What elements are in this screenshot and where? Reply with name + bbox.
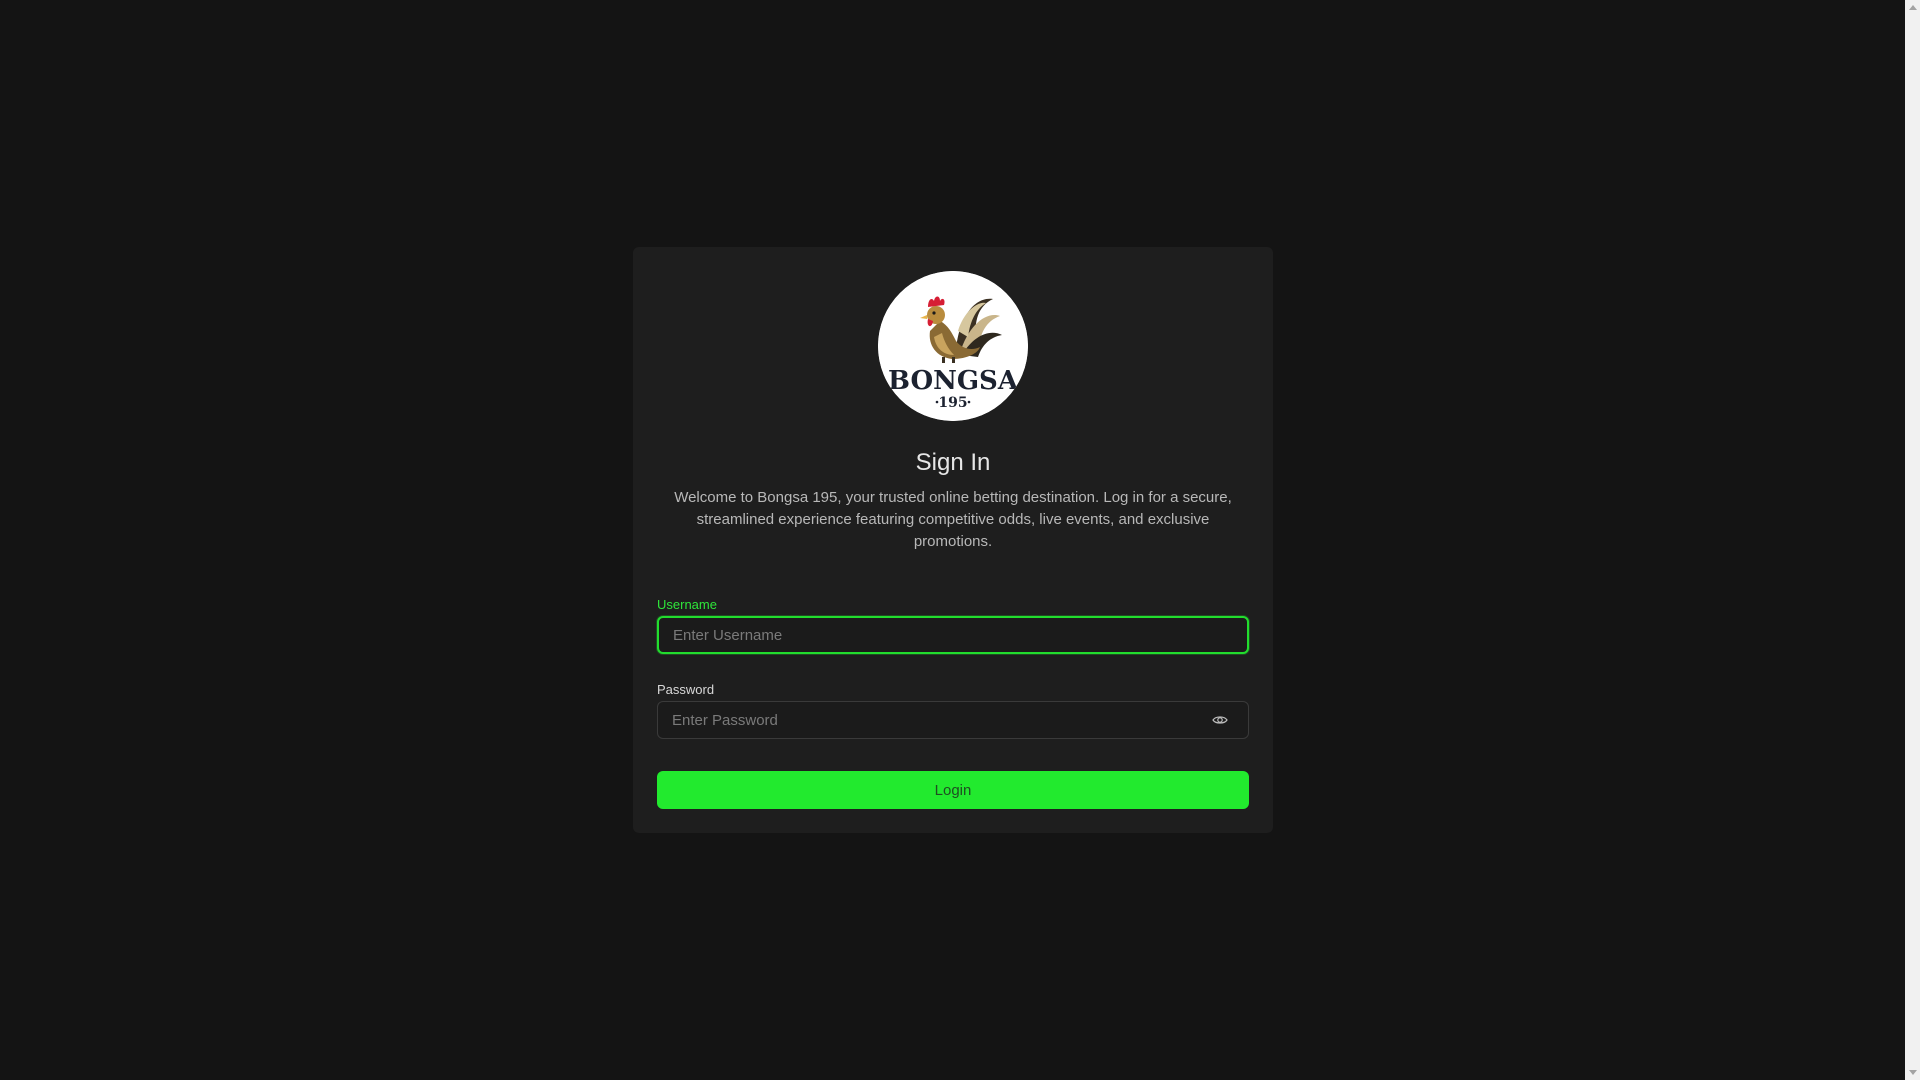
page-title: Sign In xyxy=(915,449,991,476)
scroll-down-icon[interactable] xyxy=(1909,1070,1917,1075)
eye-icon[interactable] xyxy=(1212,713,1228,727)
username-label: Username xyxy=(657,597,717,612)
login-button[interactable]: Login xyxy=(657,771,1249,809)
logo-number: 195 xyxy=(938,395,967,411)
brand-logo: BONGSA 195 xyxy=(878,271,1028,421)
rooster-icon: BONGSA 195 xyxy=(878,271,1028,421)
vertical-scrollbar[interactable] xyxy=(1905,0,1920,1080)
welcome-description: Welcome to Bongsa 195, your trusted onli… xyxy=(674,489,1232,550)
scroll-up-icon[interactable] xyxy=(1909,5,1917,10)
page-background: BONGSA 195 Sign In Welcome to Bongsa 195… xyxy=(0,0,1905,1080)
login-card: BONGSA 195 Sign In Welcome to Bongsa 195… xyxy=(633,247,1273,833)
username-input[interactable] xyxy=(657,616,1249,654)
password-label: Password xyxy=(657,682,715,697)
password-input[interactable] xyxy=(657,701,1249,739)
logo-wordmark: BONGSA xyxy=(888,366,1019,396)
